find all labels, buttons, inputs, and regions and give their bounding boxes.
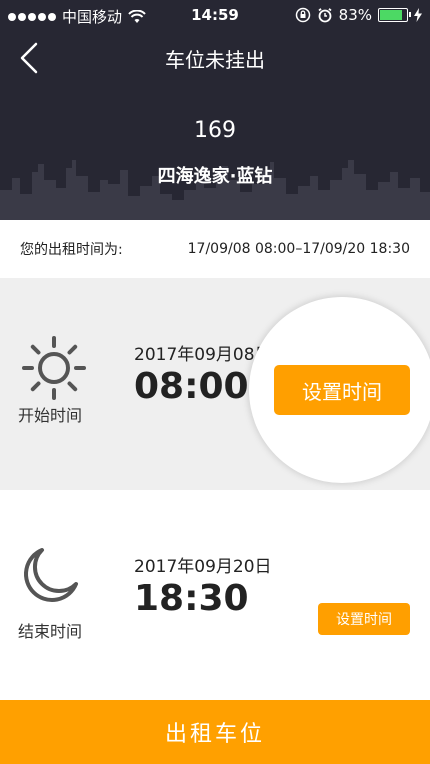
parking-lot-number: 169 [194,118,236,143]
end-time-section: 结束时间 2017年09月20日 18:30 设置时间 [0,490,430,700]
header: 中国移动 14:59 83% 车位未挂出 169 四海逸家·蓝钻 [0,0,430,220]
status-bar: 中国移动 14:59 83% [0,0,430,30]
start-date: 2017年09月08日 [134,345,272,365]
alarm-icon [318,8,332,23]
rent-parking-button[interactable]: 出租车位 [0,700,430,764]
rotation-lock-icon [295,7,310,23]
status-right: 83% [295,6,422,24]
battery-percent: 83% [338,6,372,24]
end-time: 18:30 [134,578,249,619]
start-time: 08:00 [134,366,249,407]
charging-icon [414,8,422,22]
rent-period-label: 您的出租时间为: [20,242,123,258]
battery-level [380,10,402,20]
page-title: 车位未挂出 [165,48,265,72]
end-date: 2017年09月20日 [134,557,272,577]
start-time-label: 开始时间 [18,406,83,425]
sun-icon [20,334,88,406]
set-start-time-button[interactable]: 设置时间 [274,365,410,415]
rent-period-row: 您的出租时间为: 17/09/08 08:00–17/09/20 18:30 [0,220,430,278]
rent-period-value: 17/09/08 08:00–17/09/20 18:30 [187,241,410,257]
battery-icon [378,8,411,22]
community-name: 四海逸家·蓝钻 [157,166,273,187]
end-time-label: 结束时间 [18,622,83,641]
moon-icon [20,544,82,610]
set-end-time-button[interactable]: 设置时间 [318,603,410,635]
